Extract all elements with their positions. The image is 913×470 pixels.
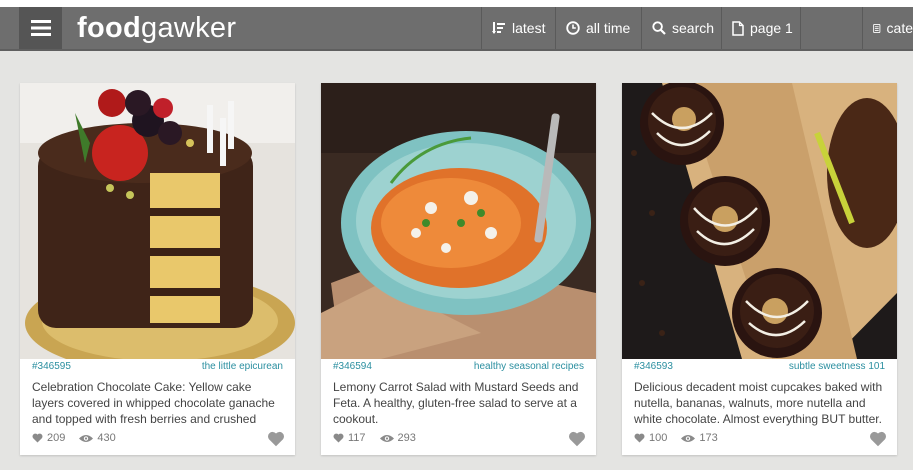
favorite-heart-icon[interactable] <box>869 431 887 447</box>
like-count: 209 <box>47 432 66 444</box>
card-meta: #346593 subtle sweetness 101 <box>634 361 885 375</box>
navbar: foodgawker latest all time search page 1 <box>0 7 913 51</box>
nav-page[interactable]: page 1 <box>721 7 800 49</box>
source-link[interactable]: the little epicurean <box>202 361 283 375</box>
card-stats: 100 173 <box>634 432 718 444</box>
view-count: 293 <box>397 432 416 444</box>
nav-search[interactable]: search <box>641 7 721 49</box>
hamburger-icon <box>30 20 51 36</box>
view-count: 173 <box>699 432 718 444</box>
nav-search-label: search <box>672 20 715 36</box>
recipe-photo-carrot-salad[interactable] <box>321 83 596 359</box>
recipe-id[interactable]: #346594 <box>333 361 372 375</box>
recipe-id[interactable]: #346595 <box>32 361 71 375</box>
nav-categories-label: cate <box>886 20 913 36</box>
sort-icon <box>492 22 505 34</box>
source-link[interactable]: healthy seasonal recipes <box>474 361 584 375</box>
view-count: 430 <box>97 432 116 444</box>
heart-small-icon <box>32 433 43 443</box>
page-icon <box>732 20 744 36</box>
recipe-description[interactable]: Celebration Chocolate Cake: Yellow cake … <box>32 379 283 427</box>
nav-latest-label: latest <box>512 20 546 36</box>
favorite-heart-icon[interactable] <box>267 431 285 447</box>
recipe-card[interactable]: #346595 the little epicurean Celebration… <box>20 83 295 455</box>
card-stats: 117 293 <box>333 432 416 444</box>
card-meta: #346595 the little epicurean <box>32 361 283 375</box>
nav-separator <box>800 7 862 49</box>
recipe-description[interactable]: Lemony Carrot Salad with Mustard Seeds a… <box>333 379 584 427</box>
source-link[interactable]: subtle sweetness 101 <box>789 361 885 375</box>
card-meta: #346594 healthy seasonal recipes <box>333 361 584 375</box>
like-count: 100 <box>649 432 668 444</box>
recipe-description[interactable]: Delicious decadent moist cupcakes baked … <box>634 379 885 427</box>
favorite-heart-icon[interactable] <box>568 431 586 447</box>
nav-all-time[interactable]: all time <box>555 7 641 49</box>
nav-categories[interactable]: cate <box>862 7 913 49</box>
recipe-card[interactable]: #346593 subtle sweetness 101 Delicious d… <box>622 83 897 455</box>
heart-small-icon <box>634 433 645 443</box>
recipe-id[interactable]: #346593 <box>634 361 673 375</box>
search-icon <box>652 21 666 35</box>
logo-food: food <box>77 12 142 44</box>
eye-icon <box>79 434 94 442</box>
recipe-photo-chocolate-cake[interactable] <box>20 83 295 359</box>
menu-button[interactable] <box>19 7 62 49</box>
top-strip <box>0 0 913 7</box>
nav-all-time-label: all time <box>586 20 631 36</box>
recipe-photo-nutella-cupcakes[interactable] <box>622 83 897 359</box>
like-count: 117 <box>348 432 366 444</box>
logo-gawker: gawker <box>141 12 237 44</box>
heart-small-icon <box>333 433 344 443</box>
site-logo[interactable]: foodgawker <box>77 11 236 45</box>
nav-latest[interactable]: latest <box>481 7 555 49</box>
card-stats: 209 430 <box>32 432 116 444</box>
clock-icon <box>566 21 580 35</box>
categories-icon <box>873 23 881 33</box>
nav-page-label: page 1 <box>750 20 793 36</box>
recipe-card[interactable]: #346594 healthy seasonal recipes Lemony … <box>321 83 596 455</box>
eye-icon <box>681 434 696 442</box>
eye-icon <box>379 434 394 442</box>
